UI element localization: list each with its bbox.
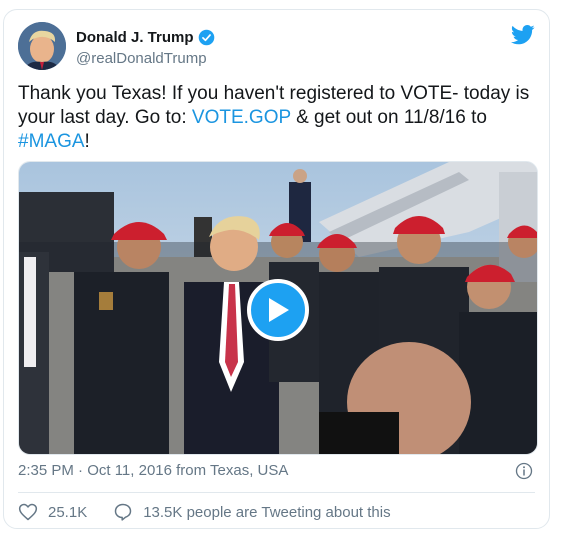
- twitter-bird-icon[interactable]: [511, 25, 535, 45]
- like-count: 25.1K: [48, 503, 88, 521]
- conversation-button[interactable]: 13.5K people are Tweeting about this: [113, 502, 391, 522]
- play-button[interactable]: [247, 279, 309, 341]
- info-icon[interactable]: [515, 462, 533, 480]
- avatar[interactable]: [18, 22, 66, 70]
- video-thumbnail[interactable]: [18, 161, 538, 455]
- tweet-text-part: !: [84, 131, 90, 152]
- heart-icon: [18, 503, 38, 521]
- author-handle[interactable]: @realDonaldTrump: [76, 50, 207, 67]
- tweet-text: Thank you Texas! If you haven't register…: [18, 82, 538, 154]
- author-name[interactable]: Donald J. Trump: [76, 29, 194, 46]
- speech-bubble-icon: [114, 503, 132, 521]
- like-button[interactable]: 25.1K: [18, 502, 87, 522]
- vote-gop-link[interactable]: VOTE.GOP: [192, 107, 291, 128]
- maga-hashtag-link[interactable]: #MAGA: [18, 131, 85, 152]
- play-icon: [269, 298, 289, 322]
- verified-badge-icon: [198, 29, 214, 46]
- divider: [18, 492, 535, 493]
- tweet-text-part: & get out on 11/8/16 to: [290, 107, 487, 128]
- tweet-card[interactable]: Donald J. Trump @realDonaldTrump Thank y…: [3, 9, 550, 529]
- conversation-count: 13.5K people are Tweeting about this: [143, 503, 391, 521]
- tweet-timestamp[interactable]: 2:35 PM · Oct 11, 2016 from Texas, USA: [18, 462, 288, 479]
- tweet-actions: 25.1K 13.5K people are Tweeting about th…: [18, 502, 391, 522]
